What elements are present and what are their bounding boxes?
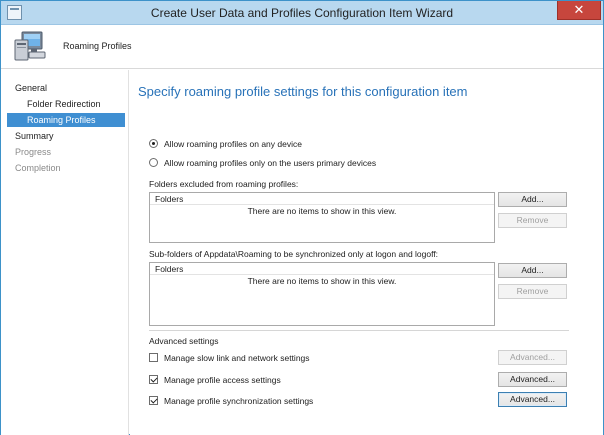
advanced-separator	[149, 330, 569, 331]
excluded-remove-button: Remove	[498, 213, 567, 228]
profile-sync-checkbox[interactable]	[149, 396, 158, 405]
advanced-settings-label: Advanced settings	[149, 336, 219, 346]
radio-any-device-label[interactable]: Allow roaming profiles on any device	[164, 139, 302, 149]
slow-link-checkbox[interactable]	[149, 353, 158, 362]
excluded-add-button[interactable]: Add...	[498, 192, 567, 207]
nav-item-progress: Progress	[15, 147, 52, 157]
excluded-folders-label: Folders excluded from roaming profiles:	[149, 179, 299, 189]
radio-primary-devices[interactable]	[149, 158, 158, 167]
profile-access-label[interactable]: Manage profile access settings	[164, 375, 281, 385]
wizard-nav: General Folder Redirection Roaming Profi…	[1, 70, 129, 435]
excluded-folders-column-header[interactable]: Folders	[150, 193, 494, 205]
synced-folders-empty-text: There are no items to show in this view.	[247, 276, 397, 286]
radio-any-device[interactable]	[149, 139, 158, 148]
synced-add-button[interactable]: Add...	[498, 263, 567, 278]
title-bar: Create User Data and Profiles Configurat…	[1, 1, 603, 25]
nav-item-general[interactable]: General	[7, 81, 47, 95]
profile-sync-label[interactable]: Manage profile synchronization settings	[164, 396, 313, 406]
close-button[interactable]: ✕	[557, 1, 601, 20]
excluded-folders-list[interactable]: Folders There are no items to show in th…	[149, 192, 495, 243]
page-title: Specify roaming profile settings for thi…	[138, 84, 468, 99]
slow-link-label[interactable]: Manage slow link and network settings	[164, 353, 310, 363]
wizard-header: Roaming Profiles	[1, 25, 603, 69]
profile-sync-advanced-button[interactable]: Advanced...	[498, 392, 567, 407]
nav-item-folder-redirection[interactable]: Folder Redirection	[7, 97, 101, 111]
header-title: Roaming Profiles	[63, 41, 132, 51]
radio-primary-devices-label[interactable]: Allow roaming profiles only on the users…	[164, 158, 376, 168]
window-title: Create User Data and Profiles Configurat…	[150, 6, 454, 20]
computer-monitor-icon	[14, 31, 46, 61]
nav-item-completion: Completion	[15, 163, 61, 173]
profile-access-checkbox[interactable]	[149, 375, 158, 384]
nav-item-summary[interactable]: Summary	[7, 129, 54, 143]
synced-folders-list[interactable]: Folders There are no items to show in th…	[149, 262, 495, 326]
nav-item-roaming-profiles[interactable]: Roaming Profiles	[7, 113, 125, 127]
wizard-content: Specify roaming profile settings for thi…	[130, 70, 603, 435]
profile-access-advanced-button[interactable]: Advanced...	[498, 372, 567, 387]
excluded-folders-empty-text: There are no items to show in this view.	[247, 206, 397, 216]
synced-remove-button: Remove	[498, 284, 567, 299]
synced-folders-label: Sub-folders of Appdata\Roaming to be syn…	[149, 249, 439, 259]
synced-folders-column-header[interactable]: Folders	[150, 263, 494, 275]
slow-link-advanced-button: Advanced...	[498, 350, 567, 365]
wizard-window: Create User Data and Profiles Configurat…	[0, 0, 604, 435]
